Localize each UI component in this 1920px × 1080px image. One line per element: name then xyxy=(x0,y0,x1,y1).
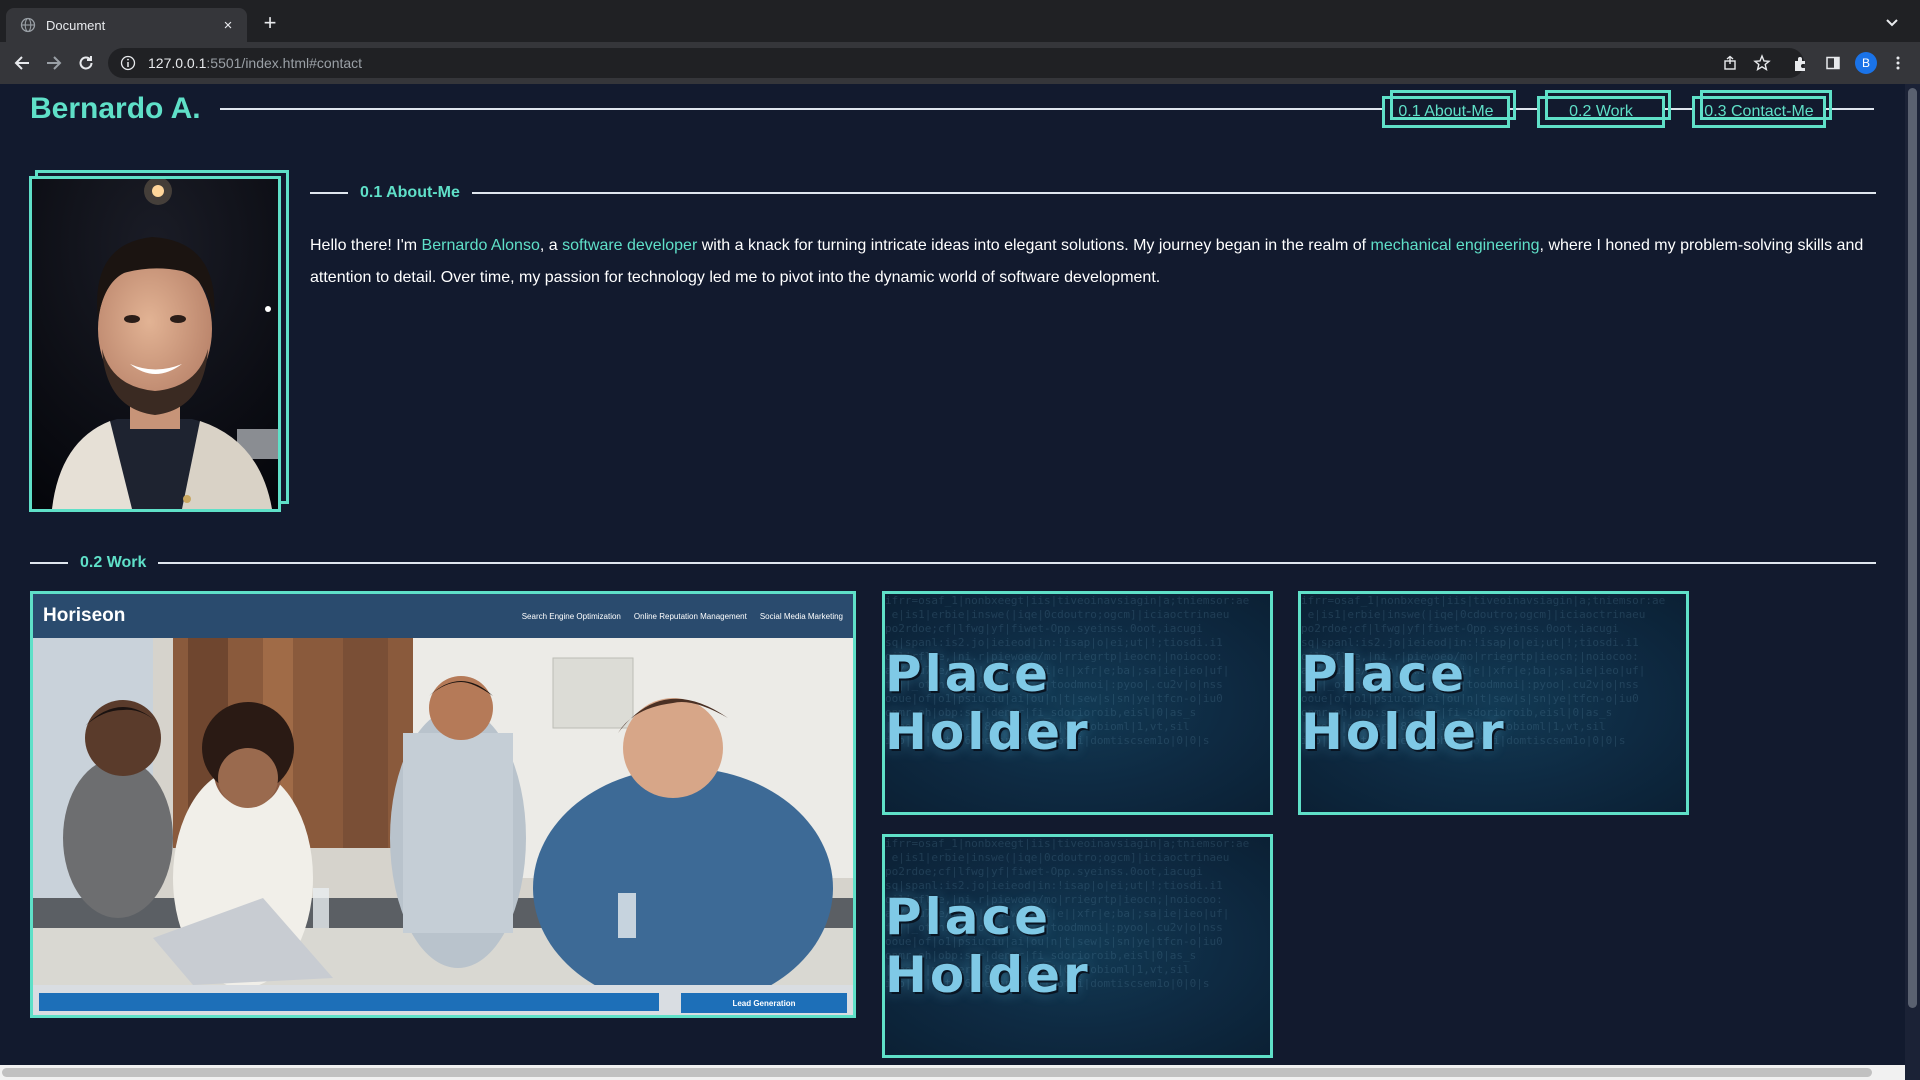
about-highlight-name: Bernardo Alonso xyxy=(421,237,540,254)
profile-photo xyxy=(29,176,281,512)
about-text-part: with a knack for turning intricate ideas… xyxy=(697,237,1371,254)
work-heading-label: 0.2 Work xyxy=(80,554,147,571)
nav-link-about[interactable]: 0.1 About-Me xyxy=(1382,90,1516,128)
reload-icon[interactable] xyxy=(74,51,98,75)
horiseon-lead-button: Lead Generation xyxy=(681,993,847,1013)
info-icon[interactable] xyxy=(120,55,136,71)
horiseon-nav-item: Search Engine Optimization xyxy=(521,611,621,621)
menu-dots-icon[interactable] xyxy=(1886,51,1910,75)
new-tab-button[interactable]: + xyxy=(258,11,282,35)
nav-link-work[interactable]: 0.2 Work xyxy=(1537,90,1671,128)
vertical-scroll-thumb[interactable] xyxy=(1908,88,1917,1008)
url-host: 127.0.0.1 xyxy=(148,55,207,71)
horiseon-nav: Search Engine Optimization Online Reputa… xyxy=(522,612,843,621)
horiseon-header: Horiseon Search Engine Optimization Onli… xyxy=(33,594,853,638)
forward-icon[interactable] xyxy=(42,51,66,75)
share-icon[interactable] xyxy=(1718,51,1742,75)
about-text-part: Hello there! I'm xyxy=(310,237,422,254)
page-viewport: Bernardo A. 0.1 About-Me 0.2 Work 0.3 Co… xyxy=(0,84,1920,1080)
bookmark-star-icon[interactable] xyxy=(1750,51,1774,75)
horiseon-logo: Horiseon xyxy=(43,605,126,626)
placeholder-label: Place Holder xyxy=(1301,645,1507,761)
address-bar[interactable]: 127.0.0.1:5501/index.html#contact xyxy=(108,48,1804,78)
placeholder-label: Place Holder xyxy=(885,888,1091,1004)
heading-line-right xyxy=(158,562,1876,564)
extensions-icon[interactable] xyxy=(1789,51,1813,75)
url-text: 127.0.0.1:5501/index.html#contact xyxy=(148,55,362,71)
browser-toolbar: 127.0.0.1:5501/index.html#contact xyxy=(0,42,1920,84)
about-heading: 0.1 About-Me xyxy=(310,184,1876,202)
heading-line-left xyxy=(310,192,348,194)
chevron-down-icon[interactable] xyxy=(1884,14,1900,30)
vertical-scrollbar[interactable] xyxy=(1905,84,1920,1080)
nav-link-contact[interactable]: 0.3 Contact-Me xyxy=(1692,90,1832,128)
about-heading-label: 0.1 About-Me xyxy=(360,184,460,201)
work-card-placeholder[interactable]: ifrr=osaf_1|nonbxeegt|iis|tiveoinavsiagi… xyxy=(1298,591,1689,815)
horizontal-scroll-thumb[interactable] xyxy=(2,1068,1872,1077)
horiseon-nav-item: Online Reputation Management xyxy=(633,611,747,621)
placeholder-label: Place Holder xyxy=(885,645,1091,761)
work-card-placeholder[interactable]: ifrr=osaf_1|nonbxeegt|iis|tiveoinavsiagi… xyxy=(882,591,1273,815)
horizontal-scrollbar[interactable] xyxy=(0,1065,1905,1080)
profile-avatar[interactable]: B xyxy=(1855,52,1877,74)
browser-tabstrip: Document × + xyxy=(0,0,1920,42)
heading-line-right xyxy=(471,192,1876,194)
tab-title: Document xyxy=(46,17,106,33)
site-title: Bernardo A. xyxy=(30,92,201,125)
globe-icon xyxy=(20,17,36,33)
horiseon-footer-bar xyxy=(39,993,659,1011)
work-card-placeholder[interactable]: ifrr=osaf_1|nonbxeegt|iis|tiveoinavsiagi… xyxy=(882,834,1273,1058)
about-highlight-role: software developer xyxy=(562,237,698,254)
work-card-horiseon[interactable]: Horiseon Search Engine Optimization Onli… xyxy=(30,591,856,1018)
about-text-part: , a xyxy=(539,237,563,254)
heading-line-left xyxy=(30,562,68,564)
browser-tab[interactable]: Document × xyxy=(6,8,247,42)
work-heading: 0.2 Work xyxy=(30,554,1876,572)
horiseon-nav-item: Social Media Marketing xyxy=(759,611,843,621)
back-icon[interactable] xyxy=(10,51,34,75)
about-highlight-field: mechanical engineering xyxy=(1370,237,1540,254)
side-panel-icon[interactable] xyxy=(1821,51,1845,75)
horiseon-footer: Lead Generation xyxy=(33,985,853,1015)
url-path: :5501/index.html#contact xyxy=(206,55,363,71)
horiseon-hero-image xyxy=(33,638,853,985)
about-paragraph: Hello there! I'm Bernardo Alonso, a soft… xyxy=(310,230,1870,294)
close-icon[interactable]: × xyxy=(219,17,237,34)
